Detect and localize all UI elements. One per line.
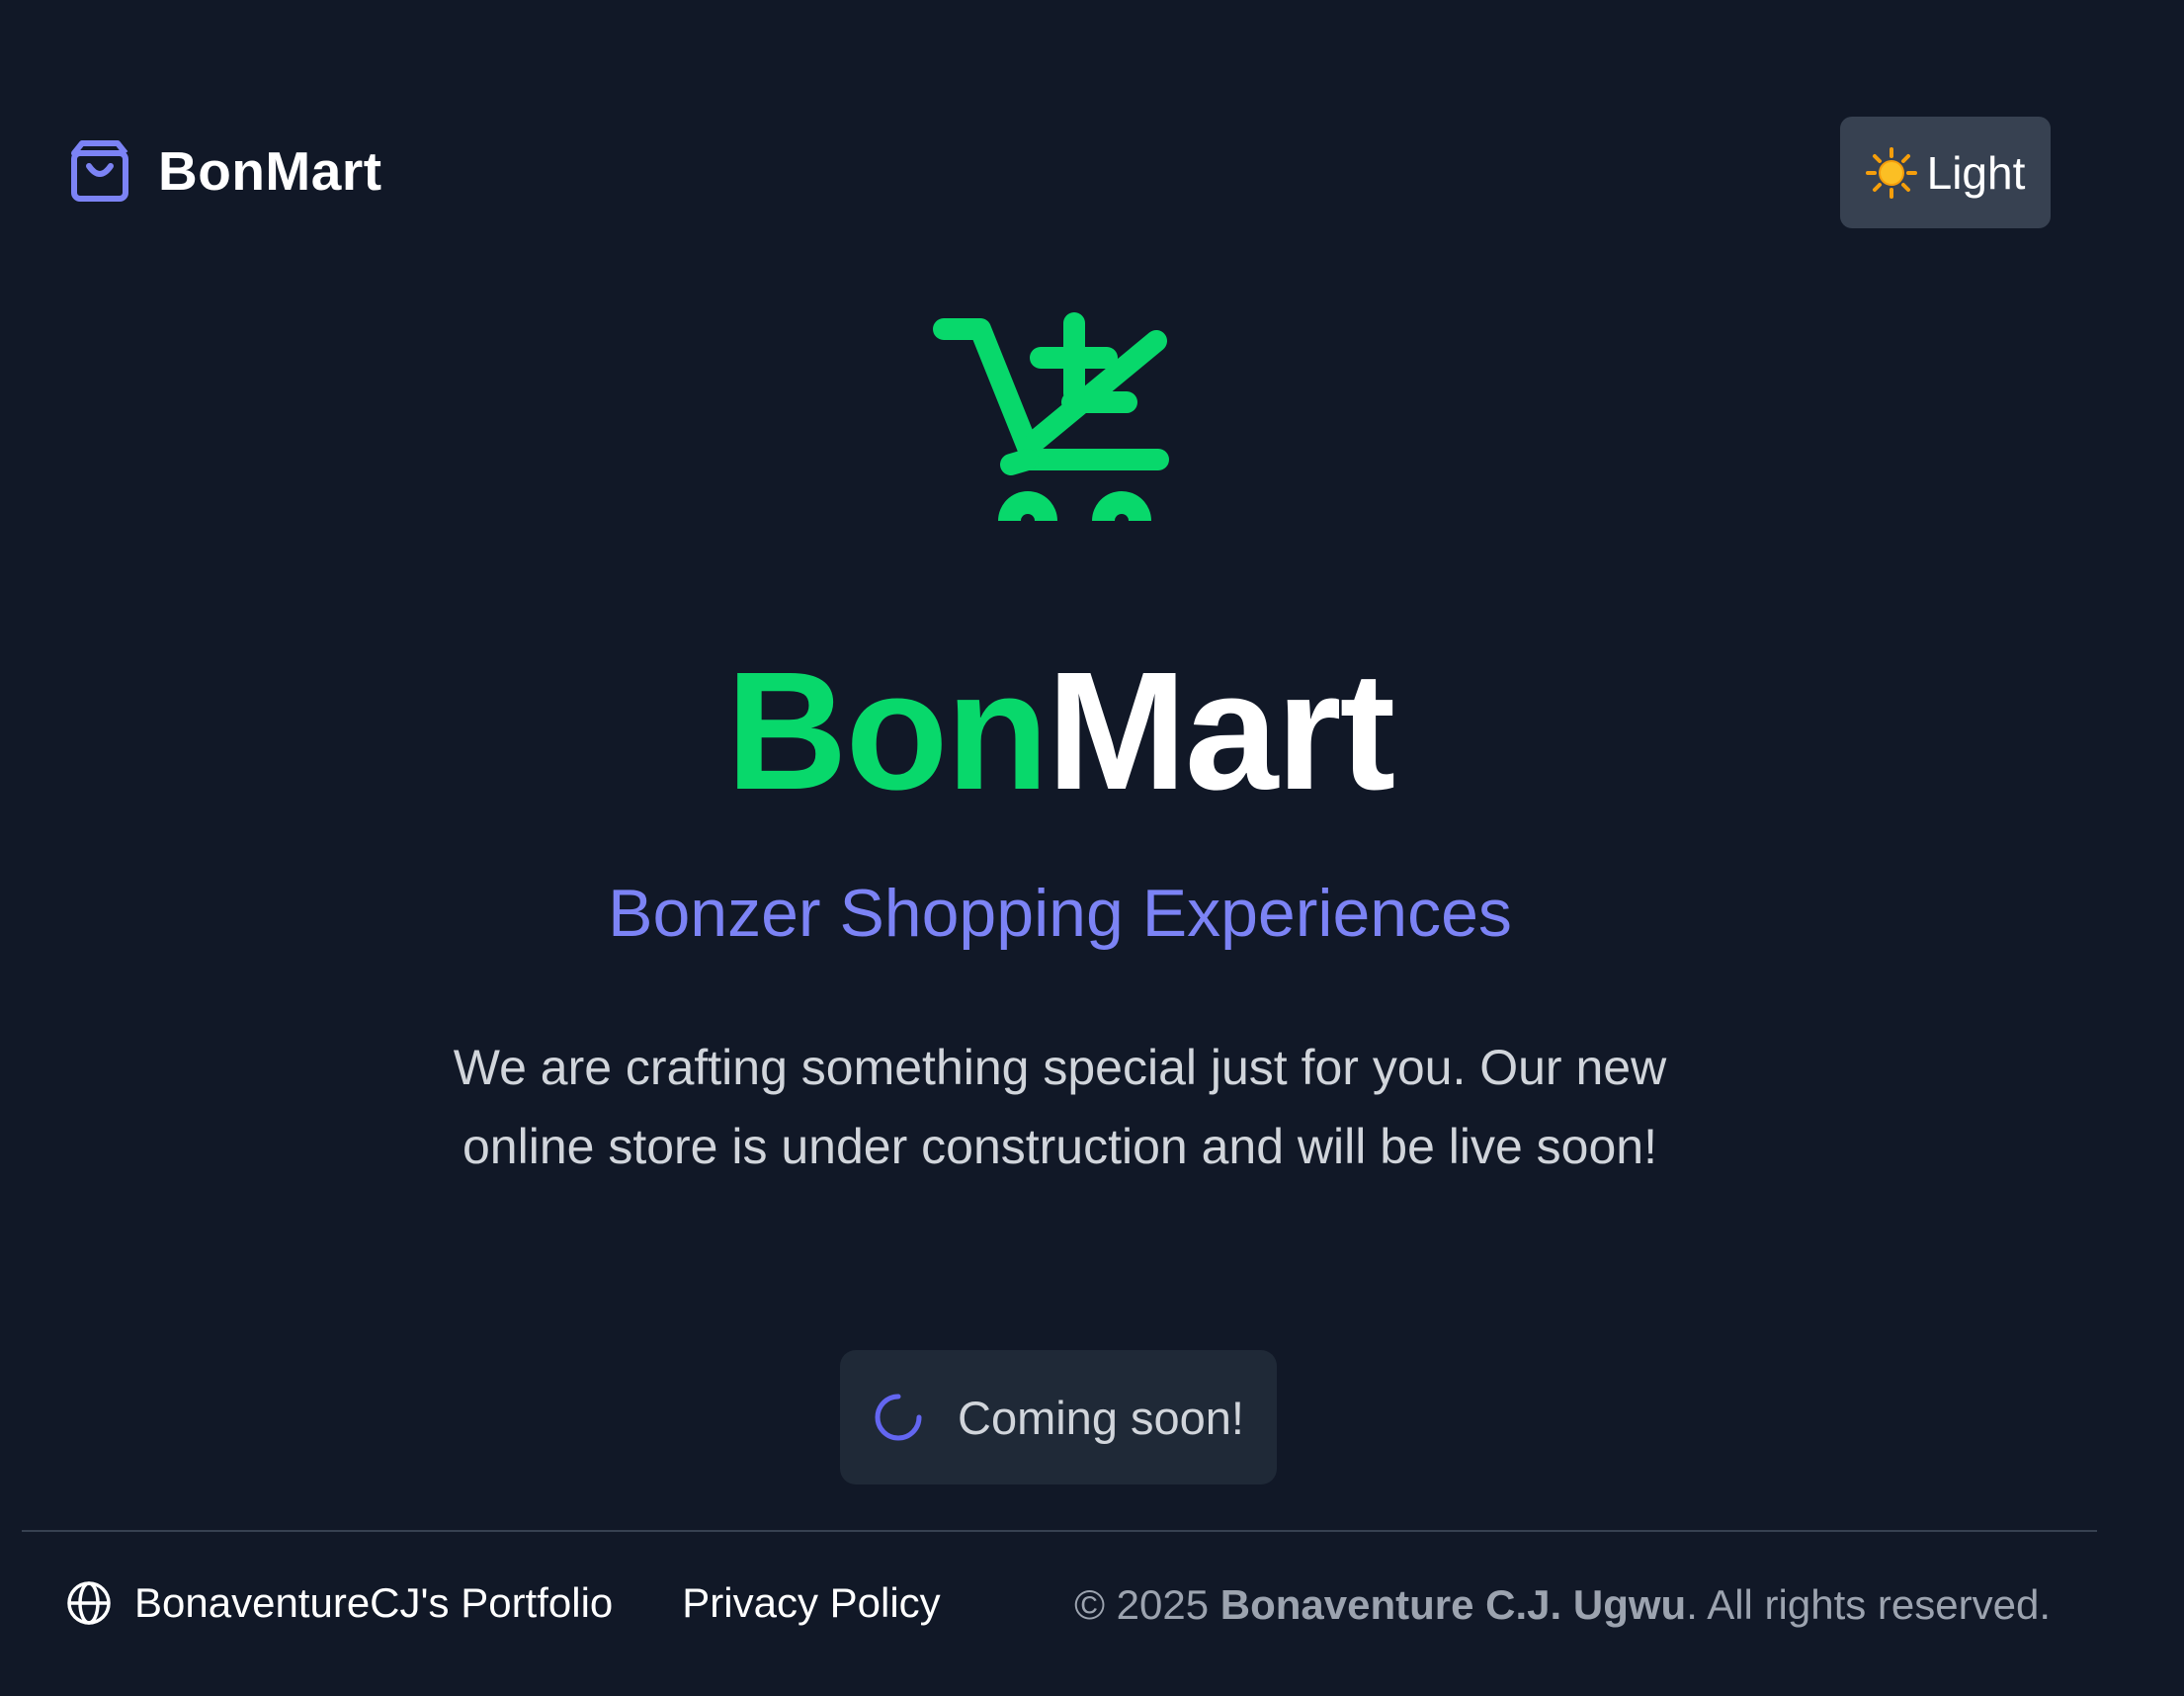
hero-title-accent: Bon (725, 637, 1049, 825)
tagline: Bonzer Shopping Experiences (608, 876, 1512, 951)
privacy-policy-link[interactable]: Privacy Policy (682, 1579, 940, 1627)
page: BonMart Light BonMart Bonzer Shopping Ex… (0, 0, 2184, 1696)
status-pill: Coming soon! (840, 1350, 1277, 1484)
cart-plus-icon (933, 312, 1169, 521)
footer-divider (22, 1530, 2097, 1532)
copyright-suffix: . All rights reserved. (1686, 1581, 2051, 1628)
theme-toggle-label: Light (1926, 146, 2026, 199)
brand-name: BonMart (158, 140, 382, 202)
description: We are crafting something special just f… (453, 1040, 1667, 1174)
portfolio-link[interactable]: BonaventureCJ's Portfolio (134, 1579, 613, 1627)
copyright-text: © 2025 Bonaventure C.J. Ugwu. All rights… (1074, 1579, 2051, 1631)
copyright-owner: Bonaventure C.J. Ugwu (1219, 1581, 1687, 1628)
copyright-prefix: © 2025 (1074, 1581, 1220, 1628)
hero-title: BonMart (0, 647, 2120, 815)
header-brand[interactable]: BonMart (69, 138, 382, 204)
globe-icon (67, 1581, 111, 1625)
hero-title-rest: Mart (1047, 637, 1395, 825)
footer-links: BonaventureCJ's Portfolio Privacy Policy (65, 1579, 941, 1627)
status-text: Coming soon! (958, 1391, 1244, 1444)
shopping-bag-icon (71, 140, 128, 202)
spinner-icon (875, 1394, 922, 1441)
sun-icon (1865, 146, 1917, 199)
theme-toggle-button[interactable]: Light (1840, 117, 2051, 228)
